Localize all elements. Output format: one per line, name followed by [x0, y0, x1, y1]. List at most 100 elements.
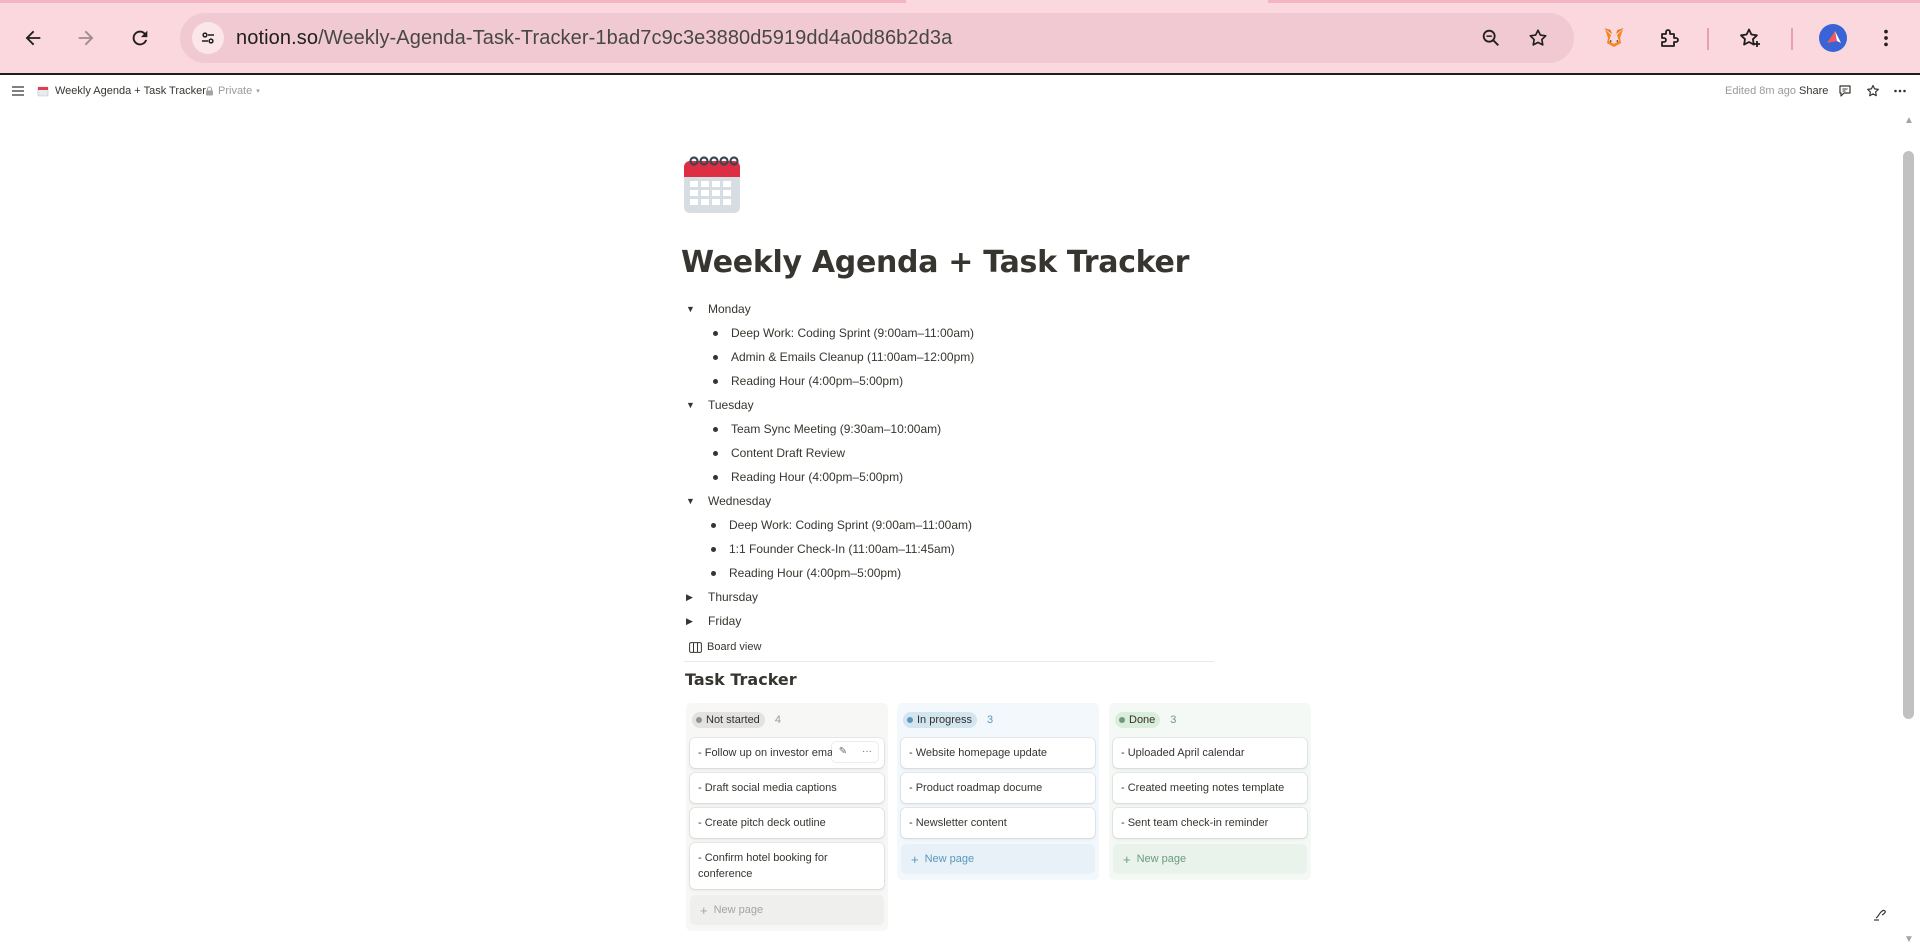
bullet-item[interactable]: Team Sync Meeting (9:30am–10:00am)	[713, 419, 941, 439]
bookmark-star-icon	[1529, 29, 1547, 46]
reload-button[interactable]	[122, 20, 158, 56]
bullet-item[interactable]: Reading Hour (4:00pm–5:00pm)	[713, 371, 903, 391]
board-view-tab[interactable]: Board view	[689, 636, 761, 658]
bullet-item[interactable]: Reading Hour (4:00pm–5:00pm)	[711, 563, 901, 583]
bullet-dot-icon	[713, 450, 718, 456]
task-card[interactable]: - Create pitch deck outline	[690, 808, 884, 838]
task-card-title: - Draft social media captions	[698, 782, 837, 794]
task-card[interactable]: - Product roadmap docume	[901, 773, 1095, 803]
column-header[interactable]: In progress 3	[900, 707, 1096, 733]
url-text[interactable]: notion.so/Weekly-Agenda-Task-Tracker-1ba…	[236, 27, 952, 50]
sidebar-toggle-button[interactable]	[11, 75, 25, 107]
toggle-tuesday[interactable]: ▼ Tuesday	[686, 395, 754, 415]
new-page-label: New page	[1136, 853, 1187, 865]
bullet-text: Content Draft Review	[731, 446, 846, 460]
new-page-button[interactable]: + New page	[690, 895, 884, 925]
caret-right-icon[interactable]: ▶	[686, 592, 698, 603]
help-button[interactable]	[1868, 902, 1892, 926]
more-options-button[interactable]	[1893, 75, 1907, 107]
site-info-button[interactable]	[192, 22, 224, 54]
task-card-title: - Create pitch deck outline	[698, 817, 826, 829]
zoom-button[interactable]	[1479, 26, 1503, 50]
caret-down-icon[interactable]: ▼	[686, 400, 698, 410]
zoom-icon	[1482, 29, 1499, 46]
bullet-item[interactable]: Deep Work: Coding Sprint (9:00am–11:00am…	[711, 515, 972, 535]
caret-down-icon[interactable]: ▼	[686, 496, 698, 506]
task-card[interactable]: - Website homepage update	[901, 738, 1095, 768]
address-bar[interactable]: notion.so/Weekly-Agenda-Task-Tracker-1ba…	[180, 13, 1574, 63]
task-card[interactable]: - Draft social media captions	[690, 773, 884, 803]
task-card-title: - Website homepage update	[909, 747, 1047, 759]
breadcrumb-page-name: Weekly Agenda + Task Tracker	[55, 85, 206, 97]
status-label: Not started	[706, 714, 760, 726]
favorite-button[interactable]	[1866, 75, 1880, 107]
status-label: In progress	[917, 714, 973, 726]
task-card[interactable]: - Uploaded April calendar	[1113, 738, 1307, 768]
scrollbar-thumb[interactable]	[1903, 151, 1914, 719]
task-card[interactable]: - Newsletter content	[901, 808, 1095, 838]
tune-icon	[202, 32, 214, 44]
caret-down-icon[interactable]: ▼	[686, 304, 698, 314]
star-icon	[1867, 84, 1879, 97]
bookmarks-button[interactable]	[1734, 22, 1766, 54]
column-header[interactable]: Not started 4	[689, 707, 885, 733]
board-column-not-started: Not started 4 - Follow up on investor emai…	[686, 703, 888, 931]
board-column-done: Done 3 - Uploaded April calendar - Created …	[1109, 703, 1311, 880]
privacy-badge[interactable]: Private ▾	[205, 75, 260, 107]
task-card[interactable]: - Follow up on investor emai ✎ ···	[690, 738, 884, 768]
toggle-friday[interactable]: ▶ Friday	[686, 611, 741, 631]
bullet-item[interactable]: Content Draft Review	[713, 443, 845, 463]
card-more-icon[interactable]: ···	[856, 742, 878, 762]
lock-icon	[206, 86, 213, 96]
bullet-item[interactable]: Deep Work: Coding Sprint (9:00am–11:00am…	[713, 323, 974, 343]
new-page-button[interactable]: + New page	[901, 844, 1095, 874]
toggle-wednesday[interactable]: ▼ Wednesday	[686, 491, 771, 511]
column-header[interactable]: Done 3	[1112, 707, 1308, 733]
metamask-extension[interactable]	[1598, 22, 1630, 54]
bookmark-button[interactable]	[1526, 26, 1550, 50]
url-path: /Weekly-Agenda-Task-Tracker-1bad7c9c3e38…	[318, 27, 953, 49]
caret-right-icon[interactable]: ▶	[686, 616, 698, 627]
toggle-label: Monday	[708, 302, 751, 316]
task-card-title: - Sent team check-in reminder	[1121, 817, 1269, 829]
scroll-down-arrow[interactable]: ▼	[1903, 933, 1915, 945]
bullet-item[interactable]: Reading Hour (4:00pm–5:00pm)	[713, 467, 903, 487]
page-icon-calendar[interactable]	[682, 153, 742, 215]
calendar-icon	[684, 156, 740, 213]
tab-strip-edge	[1268, 0, 1920, 3]
bookmarks-star-icon	[1740, 28, 1760, 47]
task-card[interactable]: - Sent team check-in reminder	[1113, 808, 1307, 838]
chrome-menu-button[interactable]	[1870, 22, 1902, 54]
privacy-label: Private	[218, 85, 253, 97]
hamburger-icon	[12, 86, 24, 96]
bullet-item[interactable]: 1:1 Founder Check-In (11:00am–11:45am)	[711, 539, 955, 559]
page-title[interactable]: Weekly Agenda + Task Tracker	[681, 245, 1189, 280]
back-button[interactable]	[15, 20, 51, 56]
extensions-button[interactable]	[1653, 22, 1685, 54]
help-pen-icon	[1874, 909, 1886, 921]
task-card-title: - Created meeting notes template	[1121, 782, 1285, 794]
status-dot-icon	[1119, 717, 1125, 723]
edit-pencil-icon[interactable]: ✎	[832, 742, 854, 762]
toggle-monday[interactable]: ▼ Monday	[686, 299, 751, 319]
status-badge[interactable]: Done	[1115, 712, 1161, 728]
status-badge[interactable]: In progress	[903, 712, 978, 728]
breadcrumb[interactable]: Weekly Agenda + Task Tracker	[37, 75, 206, 107]
comments-button[interactable]	[1838, 75, 1852, 107]
kebab-menu-icon	[1884, 29, 1888, 47]
plus-icon: +	[700, 902, 708, 918]
task-card[interactable]: - Created meeting notes template	[1113, 773, 1307, 803]
status-badge[interactable]: Not started	[692, 712, 765, 728]
new-page-button[interactable]: + New page	[1113, 844, 1307, 874]
database-title[interactable]: Task Tracker	[685, 670, 797, 689]
bullet-text: Team Sync Meeting (9:30am–10:00am)	[731, 422, 942, 436]
forward-button[interactable]	[68, 20, 104, 56]
task-card[interactable]: - Confirm hotel booking for conference	[690, 843, 884, 889]
toggle-thursday[interactable]: ▶ Thursday	[686, 587, 758, 607]
scroll-up-arrow[interactable]: ▲	[1903, 114, 1915, 126]
bullet-item[interactable]: Admin & Emails Cleanup (11:00am–12:00pm)	[713, 347, 974, 367]
more-horizontal-icon	[1894, 89, 1906, 93]
url-host: notion.so	[236, 27, 319, 49]
share-button[interactable]: Share	[1799, 75, 1828, 107]
profile-button[interactable]	[1817, 22, 1849, 54]
